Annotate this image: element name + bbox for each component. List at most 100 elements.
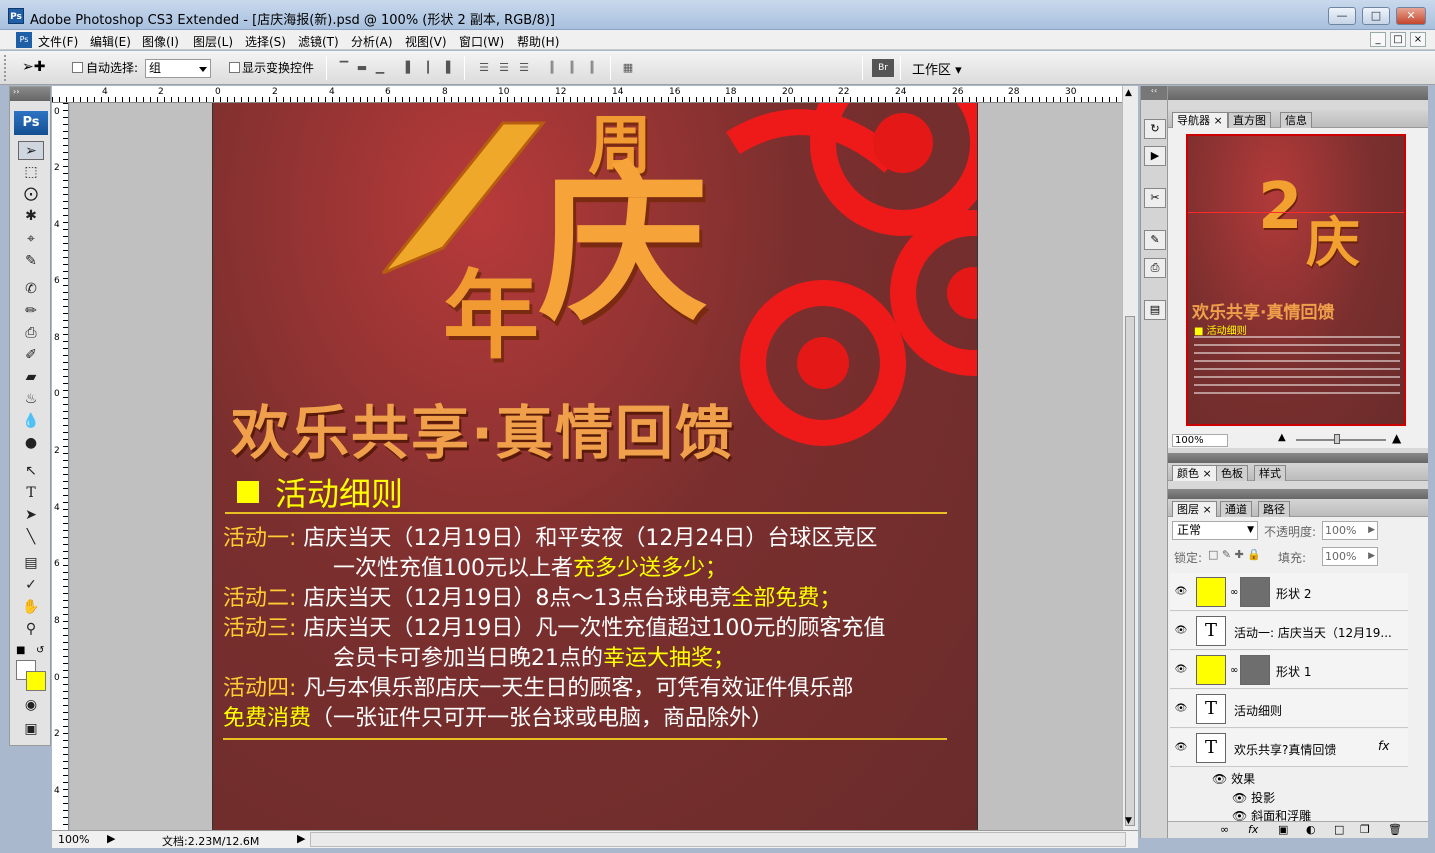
- fx-icon[interactable]: fx: [1378, 739, 1389, 753]
- swap-colors-icon[interactable]: ↺: [36, 645, 44, 656]
- distribute-vcenter-icon[interactable]: ☰: [496, 61, 512, 75]
- visibility-eye-icon[interactable]: 👁: [1174, 664, 1188, 676]
- blur-tool-icon[interactable]: 💧: [18, 412, 44, 431]
- tool-presets-icon[interactable]: ✂: [1144, 188, 1166, 208]
- hand-tool-icon[interactable]: ✋: [18, 598, 44, 617]
- auto-select-dropdown[interactable]: 组: [145, 59, 211, 78]
- scroll-down-icon[interactable]: ▼: [1125, 816, 1132, 826]
- minimize-button[interactable]: —: [1328, 7, 1356, 25]
- history-brush-tool-icon[interactable]: ✐: [18, 346, 44, 365]
- new-layer-icon[interactable]: ❐: [1360, 823, 1370, 836]
- tab-color[interactable]: 颜色 ×: [1172, 465, 1217, 481]
- tab-styles[interactable]: 样式: [1254, 465, 1286, 481]
- path-selection-tool-icon[interactable]: ↖: [18, 462, 44, 481]
- zoom-tool-icon[interactable]: ⚲: [18, 620, 44, 639]
- navigator-zoom-field[interactable]: 100%: [1172, 434, 1228, 447]
- tab-channels[interactable]: 通道: [1220, 501, 1252, 517]
- visibility-eye-icon[interactable]: 👁: [1174, 625, 1188, 637]
- toolbox-header[interactable]: ››: [10, 87, 50, 101]
- layer-row-shape-1[interactable]: 👁 ∞ 形状 1: [1170, 651, 1408, 689]
- align-top-icon[interactable]: ▔: [336, 61, 352, 75]
- layer-name[interactable]: 欢乐共享?真情回馈: [1234, 741, 1336, 758]
- paint-bucket-tool-icon[interactable]: ♨: [18, 390, 44, 409]
- slice-tool-icon[interactable]: ✎: [18, 252, 44, 271]
- doc-restore-button[interactable]: □: [1390, 32, 1406, 47]
- zoom-out-icon[interactable]: ▲: [1278, 432, 1286, 443]
- menu-edit[interactable]: 编辑(E): [90, 33, 131, 50]
- menu-window[interactable]: 窗口(W): [459, 33, 504, 50]
- tab-paths[interactable]: 路径: [1258, 501, 1290, 517]
- navigator-zoom-thumb[interactable]: [1334, 434, 1340, 444]
- layer-comps-icon[interactable]: ▤: [1144, 300, 1166, 320]
- menu-image[interactable]: 图像(I): [142, 33, 179, 50]
- layer-row-text-3[interactable]: 👁 T 欢乐共享?真情回馈 fx: [1170, 729, 1408, 767]
- tab-histogram[interactable]: 直方图: [1228, 112, 1271, 128]
- menu-filter[interactable]: 滤镜(T): [298, 33, 339, 50]
- lock-icons[interactable]: □ ✎ ✚ 🔒: [1208, 548, 1261, 561]
- status-options-icon[interactable]: ▶: [107, 832, 115, 845]
- layer-row-text-2[interactable]: 👁 T 活动细则: [1170, 690, 1408, 728]
- zoom-in-icon[interactable]: ▲: [1392, 431, 1401, 445]
- move-tool-icon[interactable]: ➢✚: [22, 59, 45, 75]
- distribute-hcenter-icon[interactable]: ║: [564, 61, 580, 75]
- menu-view[interactable]: 视图(V): [405, 33, 447, 50]
- line-tool-icon[interactable]: ╲: [18, 528, 44, 547]
- tab-swatches[interactable]: 色板: [1216, 465, 1248, 481]
- layer-name[interactable]: 活动一: 店庆当天（12月19...: [1234, 624, 1392, 641]
- add-style-icon[interactable]: fx: [1248, 823, 1258, 836]
- document-icon[interactable]: Ps: [16, 32, 32, 48]
- background-color-swatch[interactable]: [26, 671, 46, 691]
- layer-row-text-1[interactable]: 👁 T 活动一: 店庆当天（12月19...: [1170, 612, 1408, 650]
- eraser-tool-icon[interactable]: ▰: [18, 368, 44, 387]
- brushes-panel-icon[interactable]: ✎: [1144, 230, 1166, 250]
- layer-name[interactable]: 形状 2: [1276, 585, 1311, 602]
- show-transform-checkbox[interactable]: [229, 62, 240, 73]
- tab-navigator[interactable]: 导航器 ×: [1172, 112, 1228, 128]
- type-tool-icon[interactable]: T: [18, 484, 44, 503]
- navigator-view-box[interactable]: [1188, 212, 1404, 424]
- notes-tool-icon[interactable]: ▤: [18, 554, 44, 573]
- magic-wand-tool-icon[interactable]: ✱: [18, 207, 44, 226]
- navigator-preview[interactable]: 2 庆 欢乐共享·真情回馈 ■ 活动细则: [1186, 134, 1406, 426]
- screen-mode-icon[interactable]: ▣: [18, 720, 44, 739]
- bridge-icon[interactable]: Br: [872, 59, 894, 77]
- align-bottom-icon[interactable]: ▁: [372, 61, 388, 75]
- distribute-top-icon[interactable]: ☰: [476, 61, 492, 75]
- workspace-menu[interactable]: 工作区 ▾: [912, 59, 962, 78]
- distribute-left-icon[interactable]: ║: [544, 61, 560, 75]
- close-button[interactable]: ✕: [1396, 7, 1426, 25]
- menu-file[interactable]: 文件(F): [38, 33, 78, 50]
- move-tool-icon[interactable]: ➢: [18, 141, 44, 160]
- quick-mask-icon[interactable]: ◉: [18, 696, 44, 715]
- marquee-tool-icon[interactable]: ⬚: [18, 163, 44, 182]
- default-colors-icon[interactable]: ■: [16, 645, 25, 656]
- distribute-right-icon[interactable]: ║: [584, 61, 600, 75]
- new-group-icon[interactable]: □: [1334, 823, 1344, 836]
- dock-collapse-icon[interactable]: ‹‹: [1141, 86, 1167, 100]
- dodge-tool-icon[interactable]: ●: [18, 434, 44, 453]
- effect-drop-shadow[interactable]: 👁 投影: [1232, 789, 1275, 806]
- history-panel-icon[interactable]: ↻: [1144, 119, 1166, 139]
- link-layers-icon[interactable]: ∞: [1220, 823, 1229, 836]
- auto-align-icon[interactable]: ▦: [620, 61, 636, 75]
- canvas-vertical-scrollbar[interactable]: ▲ ▼: [1122, 86, 1138, 830]
- navigator-zoom-slider[interactable]: [1296, 439, 1386, 441]
- scroll-up-icon[interactable]: ▲: [1125, 88, 1132, 98]
- adjustment-layer-icon[interactable]: ◐: [1306, 823, 1316, 836]
- blend-mode-select[interactable]: 正常 ▼: [1172, 521, 1258, 540]
- maximize-button[interactable]: □: [1362, 7, 1390, 25]
- auto-select-checkbox[interactable]: [72, 62, 83, 73]
- menu-select[interactable]: 选择(S): [245, 33, 286, 50]
- menu-layer[interactable]: 图层(L): [193, 33, 233, 50]
- align-left-icon[interactable]: ▌: [402, 61, 418, 75]
- scroll-thumb[interactable]: [1125, 316, 1135, 826]
- visibility-eye-icon[interactable]: 👁: [1174, 586, 1188, 598]
- doc-close-button[interactable]: ×: [1410, 32, 1426, 47]
- clone-source-icon[interactable]: ⎙: [1144, 258, 1166, 278]
- effect-bevel-emboss[interactable]: 👁 斜面和浮雕: [1232, 807, 1311, 821]
- distribute-bottom-icon[interactable]: ☰: [516, 61, 532, 75]
- clone-stamp-tool-icon[interactable]: ⎙: [18, 324, 44, 343]
- layers-panel-header[interactable]: [1168, 489, 1428, 499]
- add-mask-icon[interactable]: ▣: [1278, 823, 1288, 836]
- panel-dock-header[interactable]: [1168, 86, 1428, 100]
